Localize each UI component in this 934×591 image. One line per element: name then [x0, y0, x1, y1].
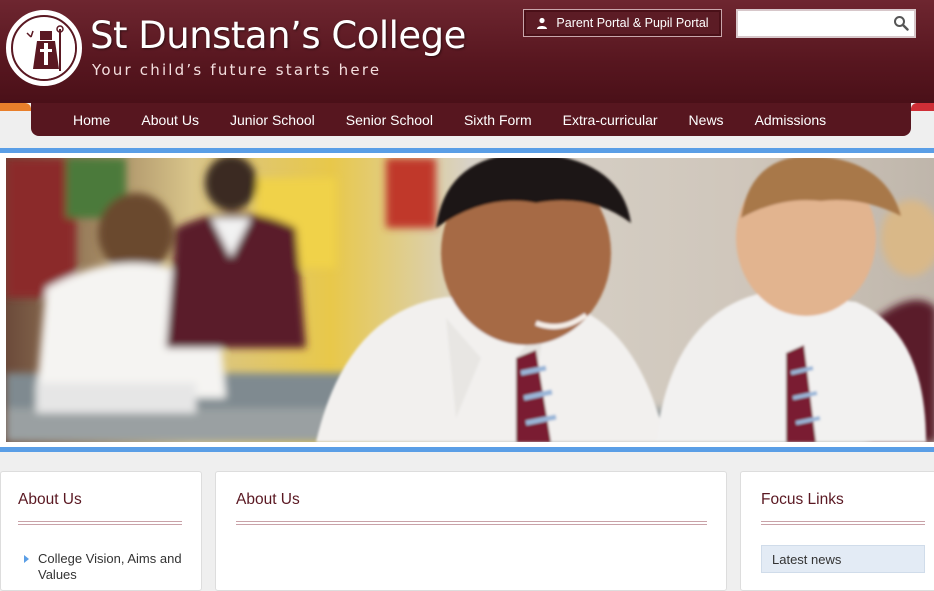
parent-pupil-portal-button[interactable]: Parent Portal & Pupil Portal: [523, 9, 722, 37]
search-icon[interactable]: [893, 15, 909, 31]
main-panel-heading: About Us: [236, 491, 300, 508]
user-icon: [537, 17, 548, 29]
nav-item-senior-school[interactable]: Senior School: [346, 112, 433, 128]
heading-divider: [18, 521, 182, 525]
sidebar-link-label: College Vision, Aims and Values: [38, 551, 182, 582]
focus-links-heading: Focus Links: [761, 491, 844, 508]
main-navigation: Home About Us Junior School Senior Schoo…: [31, 103, 911, 136]
nav-right-accent: [911, 103, 934, 136]
nav-left-accent: [0, 103, 31, 136]
crest-emblem-icon: [11, 15, 77, 81]
focus-link-label: Latest news: [772, 552, 842, 567]
sidebar-link-college-vision[interactable]: College Vision, Aims and Values: [24, 551, 188, 583]
focus-links-panel: Focus Links Latest news: [740, 471, 934, 591]
nav-item-extra-curricular[interactable]: Extra-curricular: [563, 112, 658, 128]
site-tagline: Your child’s future starts here: [92, 61, 382, 79]
portal-button-label: Parent Portal & Pupil Portal: [556, 16, 709, 30]
focus-link-latest-news[interactable]: Latest news: [761, 545, 925, 573]
hero-banner-image: [6, 158, 934, 442]
search-input[interactable]: [740, 13, 890, 34]
heading-divider: [236, 521, 707, 525]
nav-item-about-us[interactable]: About Us: [141, 112, 199, 128]
main-content-panel: About Us: [215, 471, 727, 591]
left-sidebar-panel: About Us College Vision, Aims and Values: [0, 471, 202, 591]
nav-item-news[interactable]: News: [689, 112, 724, 128]
nav-item-admissions[interactable]: Admissions: [755, 112, 827, 128]
nav-item-home[interactable]: Home: [73, 112, 110, 128]
heading-divider: [761, 521, 925, 525]
nav-item-sixth-form[interactable]: Sixth Form: [464, 112, 532, 128]
left-panel-heading: About Us: [18, 491, 82, 508]
college-crest-logo[interactable]: [6, 10, 82, 86]
arrow-right-icon: [24, 555, 29, 563]
classroom-photo: [6, 158, 934, 442]
site-header: St Dunstan’s College Your child’s future…: [0, 0, 934, 104]
search-box: [736, 9, 916, 38]
site-title[interactable]: St Dunstan’s College: [90, 14, 466, 57]
nav-item-junior-school[interactable]: Junior School: [230, 112, 315, 128]
